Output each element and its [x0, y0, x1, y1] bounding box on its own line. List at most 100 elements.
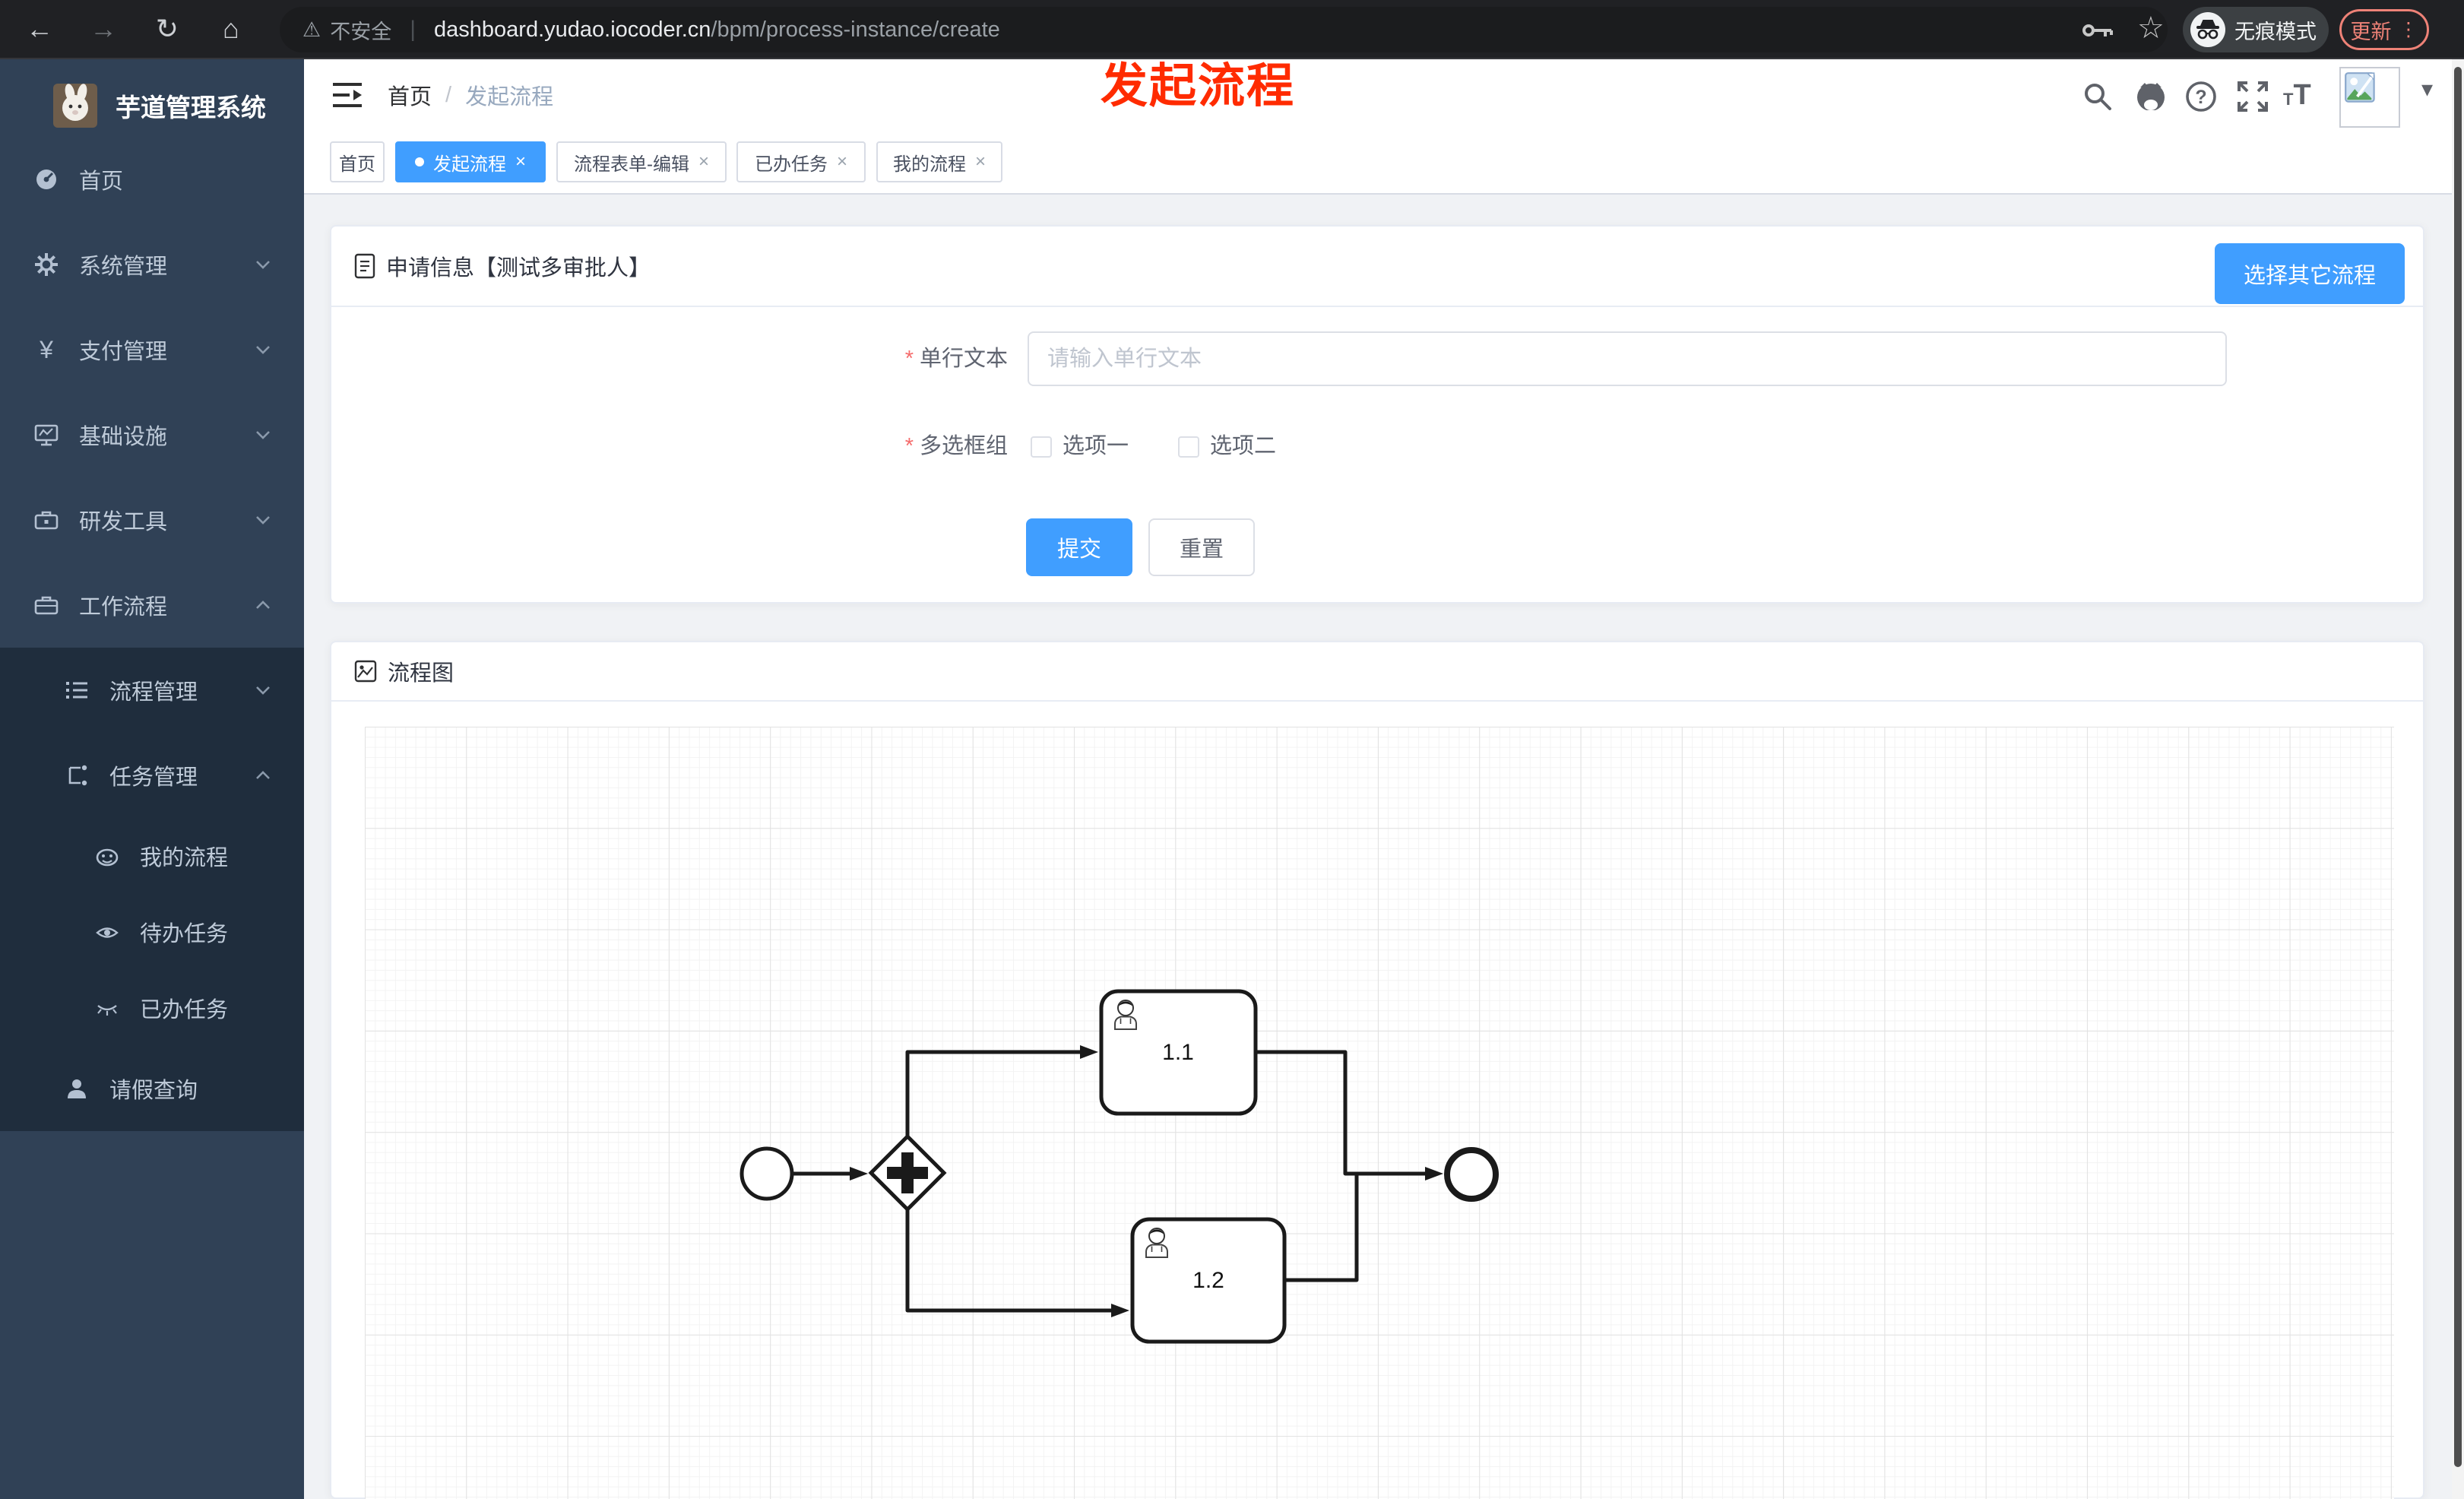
security-label[interactable]: 不安全 — [330, 15, 391, 45]
sidebar-item-label: 任务管理 — [109, 765, 198, 790]
tab-label: 流程表单-编辑 — [573, 154, 689, 175]
breadcrumb-current: 发起流程 — [465, 85, 554, 109]
start-event[interactable] — [740, 1146, 794, 1201]
process-diagram-card: 流程图 1.1 1.2 — [330, 641, 2424, 1499]
gear-icon — [35, 253, 58, 276]
tab-label: 首页 — [339, 154, 375, 175]
close-icon[interactable]: × — [975, 151, 986, 173]
checkbox-option-2-label[interactable]: 选项二 — [1210, 423, 1276, 470]
card-title: 申请信息【测试多审批人】 — [386, 256, 651, 280]
sidebar-item-label: 基础设施 — [79, 425, 168, 449]
sidebar-item-infrastructure[interactable]: 基础设施 — [0, 392, 304, 477]
text-field-label: * 单行文本 — [904, 347, 1008, 371]
reset-button[interactable]: 重置 — [1148, 518, 1255, 576]
url-path: /bpm/process-instance/create — [711, 17, 1000, 42]
fullscreen-icon[interactable] — [2236, 80, 2269, 113]
sidebar: 芋道管理系统 首页 系统管理 ¥ 支付管理 基础设施 研发工具 工作流程 流程管… — [0, 59, 304, 1499]
tab-start-process[interactable]: 发起流程 × — [395, 141, 546, 182]
sidebar-item-label: 我的流程 — [140, 846, 229, 870]
user-task-1-1[interactable]: 1.1 — [1099, 989, 1258, 1116]
browser-reload-button[interactable]: ↻ — [149, 11, 185, 47]
sidebar-item-my-processes[interactable]: 我的流程 — [0, 818, 304, 894]
flow-gateway-to-task1 — [905, 1045, 1098, 1136]
incognito-badge: 无痕模式 — [2183, 7, 2329, 52]
checkbox-option-2[interactable] — [1178, 436, 1199, 458]
sidebar-item-system[interactable]: 系统管理 — [0, 222, 304, 307]
browser-home-button[interactable]: ⌂ — [213, 11, 249, 47]
avatar-caret-icon[interactable]: ▾ — [2421, 76, 2433, 103]
monitor-icon — [34, 424, 59, 446]
tab-home[interactable]: 首页 — [330, 141, 385, 182]
sidebar-item-home[interactable]: 首页 — [0, 137, 304, 222]
github-icon[interactable] — [2134, 80, 2168, 113]
switch-process-button[interactable]: 选择其它流程 — [2215, 243, 2405, 304]
card-header: 流程图 — [331, 642, 2423, 702]
sidebar-item-label: 支付管理 — [79, 340, 168, 364]
yen-icon: ¥ — [40, 335, 53, 363]
address-bar[interactable]: ⚠ 不安全 | dashboard.yudao.iocoder.cn/bpm/p… — [280, 7, 2168, 52]
active-tab-dot — [414, 157, 424, 166]
sidebar-item-done-tasks[interactable]: 已办任务 — [0, 970, 304, 1046]
bookmark-star-icon[interactable]: ☆ — [2137, 11, 2165, 46]
broken-image-icon — [2345, 72, 2375, 103]
sidebar-item-workflow[interactable]: 工作流程 — [0, 563, 304, 648]
submit-button[interactable]: 提交 — [1026, 518, 1132, 576]
saved-password-key-icon[interactable] — [2082, 20, 2114, 41]
sidebar-item-label: 工作流程 — [79, 595, 168, 620]
close-icon[interactable]: × — [837, 151, 847, 173]
briefcase-icon — [34, 596, 59, 615]
browser-update-button[interactable]: 更新 ⋮ — [2339, 9, 2429, 50]
breadcrumb-home[interactable]: 首页 — [388, 79, 432, 111]
chevron-up-icon — [256, 771, 270, 779]
chevron-up-icon — [256, 601, 270, 609]
tab-my-processes[interactable]: 我的流程 × — [876, 141, 1002, 182]
page-scrollbar-thumb[interactable] — [2454, 67, 2462, 1467]
tab-form-edit[interactable]: 流程表单-编辑 × — [556, 141, 727, 182]
sidebar-item-label: 流程管理 — [109, 680, 198, 705]
search-icon[interactable] — [2081, 80, 2114, 113]
logo-avatar-image — [53, 84, 97, 128]
flow-list-icon — [66, 682, 87, 699]
checkbox-group-label: * 多选框组 — [904, 434, 1008, 458]
page-annotation: 发起流程 — [1101, 60, 1296, 113]
sidebar-item-label: 待办任务 — [140, 922, 229, 946]
end-event[interactable] — [1444, 1147, 1499, 1202]
breadcrumb: 首页 / 发起流程 — [388, 59, 553, 131]
flow-gateway-to-task2 — [905, 1209, 1129, 1317]
sidebar-toggle-icon[interactable] — [331, 81, 363, 109]
page-header: 首页 / 发起流程 ? TT ▾ — [304, 59, 2452, 131]
checkbox-option-1-label[interactable]: 选项一 — [1063, 423, 1129, 470]
user-avatar[interactable] — [2339, 67, 2400, 128]
sidebar-item-label: 已办任务 — [140, 998, 229, 1022]
sidebar-item-devtools[interactable]: 研发工具 — [0, 477, 304, 563]
tab-label: 发起流程 — [432, 154, 506, 175]
browser-forward-button[interactable]: → — [85, 11, 122, 47]
sidebar-item-todo-tasks[interactable]: 待办任务 — [0, 894, 304, 970]
sidebar-item-label: 首页 — [79, 170, 124, 194]
task-tree-icon — [68, 765, 87, 786]
tab-done-tasks[interactable]: 已办任务 × — [736, 141, 866, 182]
sidebar-item-process-management[interactable]: 流程管理 — [0, 648, 304, 733]
close-icon[interactable]: × — [515, 151, 526, 173]
checkbox-option-1[interactable] — [1031, 436, 1052, 458]
parallel-gateway[interactable] — [868, 1133, 947, 1212]
main-content: 申请信息【测试多审批人】 选择其它流程 *单行文本 *多选框组 选项一 选项二 … — [304, 195, 2452, 1499]
close-icon[interactable]: × — [698, 151, 709, 173]
browser-back-button[interactable]: ← — [21, 11, 58, 47]
browser-menu-dots-icon[interactable]: ⋮ — [2399, 18, 2418, 41]
font-size-icon[interactable]: TT — [2283, 81, 2311, 109]
dashboard-icon — [36, 170, 56, 189]
bpmn-diagram: 1.1 1.2 — [740, 989, 1499, 1344]
sidebar-item-payment[interactable]: ¥ 支付管理 — [0, 307, 304, 392]
toolbox-icon — [34, 511, 59, 530]
user-task-1-2[interactable]: 1.2 — [1130, 1217, 1287, 1344]
sidebar-item-task-management[interactable]: 任务管理 — [0, 733, 304, 818]
sidebar-item-leave-query[interactable]: 请假查询 — [0, 1046, 304, 1131]
url-divider: | — [410, 17, 416, 42]
task-label: 1.1 — [1162, 1040, 1194, 1065]
help-icon[interactable]: ? — [2184, 80, 2218, 113]
single-line-text-input[interactable] — [1028, 331, 2227, 386]
chevron-down-icon — [256, 261, 270, 269]
update-label[interactable]: 更新 — [2351, 15, 2392, 45]
eye-closed-icon — [97, 1005, 117, 1016]
